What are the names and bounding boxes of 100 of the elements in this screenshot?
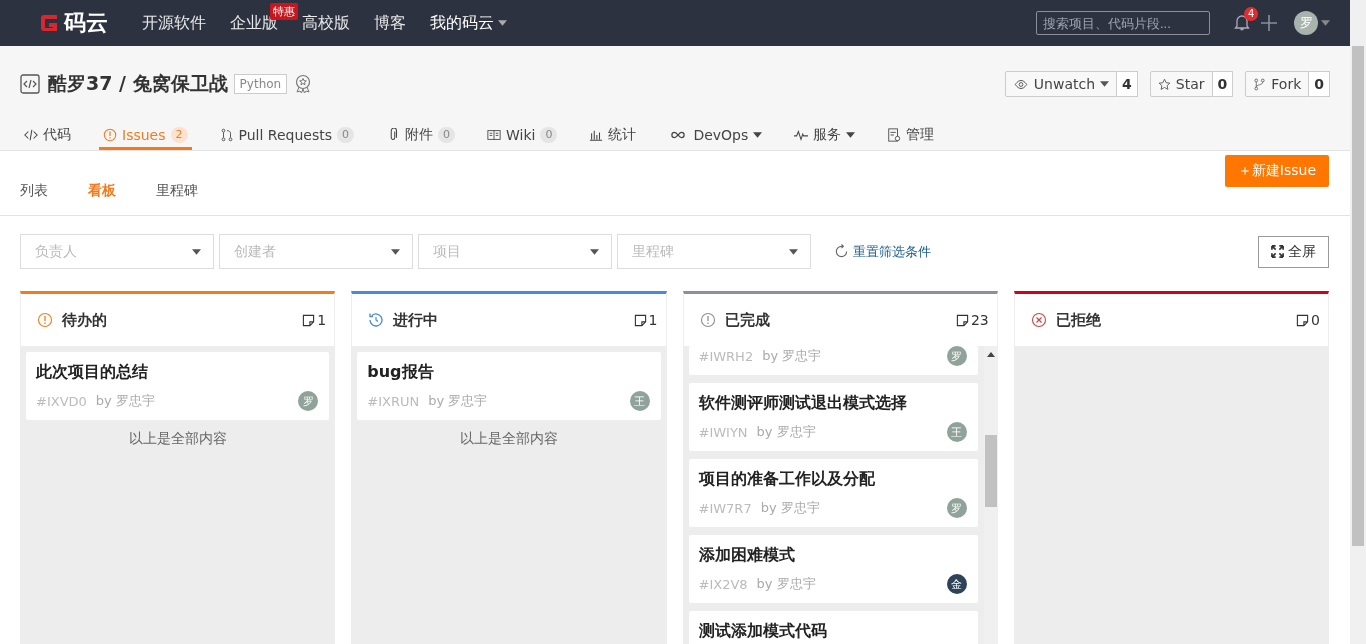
eye-icon	[1012, 77, 1029, 91]
end-of-list-note: 以上是全部内容	[458, 429, 559, 448]
page-scrollbar[interactable]	[1350, 0, 1366, 644]
issue-card[interactable]: bug报告 #IXRUN by 罗忠宇 王	[357, 352, 661, 420]
tab-count: 0	[336, 126, 354, 143]
note-icon	[302, 313, 316, 327]
assignee-avatar: 罗	[298, 391, 319, 411]
reset-filters-link[interactable]: 重置筛选条件	[853, 242, 931, 261]
tab-count: 0	[437, 126, 455, 143]
bell-icon[interactable]	[1234, 12, 1250, 31]
assignee-avatar: 罗	[946, 498, 967, 518]
issue-card[interactable]: 添加困难模式 #IX2V8 by 罗忠宇 金	[688, 535, 978, 603]
note-icon	[633, 313, 647, 327]
book-icon	[486, 127, 501, 142]
issue-title[interactable]: 项目的准备工作以及分配	[698, 469, 967, 490]
fork-count[interactable]: 0	[1309, 71, 1330, 97]
assignee-avatar: 罗	[946, 346, 967, 366]
fork-button[interactable]: Fork	[1245, 71, 1310, 97]
watch-count[interactable]: 4	[1117, 71, 1138, 97]
repo-tab[interactable]: 统计	[585, 122, 641, 150]
column-title: 进行中	[393, 310, 439, 330]
x-circle-icon	[1030, 312, 1047, 328]
issue-card[interactable]: 项目的准备工作以及分配 #IW7R7 by 罗忠宇 罗	[688, 459, 978, 527]
note-icon	[955, 313, 969, 327]
exclamation-circle-icon	[37, 312, 53, 328]
issue-title[interactable]: 添加困难模式	[698, 545, 967, 566]
issue-number: #IX2V8	[698, 576, 748, 592]
repo-title[interactable]: 酷罗37 / 兔窝保卫战	[48, 71, 228, 97]
issue-number: #IW7R7	[698, 500, 752, 516]
repo-tab[interactable]: Wiki 0	[482, 122, 562, 150]
issue-title[interactable]: 此次项目的总结	[36, 362, 319, 383]
caret-icon	[789, 248, 798, 255]
repo-tab[interactable]: 代码	[20, 122, 75, 150]
column-title: 已拒绝	[1055, 310, 1101, 330]
issue-author: by 罗忠宇	[95, 392, 155, 410]
end-of-list-note: 以上是全部内容	[127, 429, 228, 448]
nav-link[interactable]: 我的码云	[430, 12, 507, 34]
star-icon	[1157, 77, 1171, 91]
issue-author: by 罗忠宇	[762, 347, 822, 365]
repo-tab[interactable]: 附件 0	[381, 122, 459, 150]
code-repo-icon	[20, 74, 40, 94]
issue-author: by 罗忠宇	[760, 499, 820, 517]
column-title: 待办的	[62, 310, 107, 330]
issue-number: #IXRUN	[367, 393, 420, 409]
repo-tab[interactable]: 服务	[790, 122, 860, 150]
fork-icon	[1253, 77, 1267, 91]
logo-text[interactable]: 码云	[64, 8, 108, 38]
tab-count: 2	[170, 126, 188, 143]
issue-number: #IXVD0	[36, 393, 87, 409]
issue-card[interactable]: 软件测评师测试退出模式选择 #IWIYN by 罗忠宇 王	[688, 383, 978, 451]
pull-request-icon	[219, 127, 234, 142]
watch-button[interactable]: Unwatch	[1004, 71, 1118, 97]
caret-icon	[1100, 81, 1110, 87]
view-tab[interactable]: 列表	[20, 166, 48, 200]
caret-icon	[590, 248, 599, 255]
issue-author: by 罗忠宇	[756, 575, 816, 593]
issue-count: 0	[1311, 312, 1320, 328]
repo-tab[interactable]: 管理	[883, 122, 939, 150]
clock-icon	[368, 312, 385, 328]
issue-count: 1	[648, 312, 658, 328]
repo-tab[interactable]: DevOps	[664, 122, 767, 150]
column-title: 已完成	[724, 310, 770, 330]
nav-link[interactable]: 开源软件	[142, 12, 206, 34]
assignee-avatar: 王	[946, 422, 967, 442]
issue-title[interactable]: 测试添加模式代码	[698, 621, 967, 642]
code-icon	[24, 127, 38, 142]
issue-title[interactable]: bug报告	[367, 362, 650, 383]
caret-icon	[1321, 20, 1330, 26]
search-field[interactable]: 搜索项目、代码片段...	[1036, 11, 1210, 35]
document-icon	[887, 127, 902, 142]
repo-tab[interactable]: Pull Requests 0	[215, 122, 358, 150]
plus-icon[interactable]	[1260, 14, 1278, 32]
issue-number: #IWRH2	[698, 348, 754, 364]
issue-title[interactable]: 软件测评师测试退出模式选择	[698, 393, 967, 414]
exclamation-circle-icon	[699, 312, 716, 328]
nav-link[interactable]: 博客	[374, 12, 406, 34]
notification-count: 4	[1244, 6, 1259, 21]
issue-count: 23	[970, 312, 989, 328]
caret-icon	[192, 248, 201, 255]
star-count[interactable]: 0	[1212, 71, 1234, 97]
caret-icon	[391, 248, 400, 255]
refresh-icon[interactable]	[834, 244, 849, 259]
tab-count: 0	[540, 126, 558, 143]
assignee-avatar: 王	[629, 391, 650, 411]
fullscreen-button[interactable]: 全屏	[1258, 235, 1329, 268]
promo-badge: 特惠	[270, 2, 298, 20]
issue-card[interactable]: 此次项目的总结 #IXVD0 by 罗忠宇 罗	[26, 352, 330, 420]
nav-link[interactable]: 高校版	[302, 12, 350, 34]
assignee-avatar: 金	[946, 574, 967, 594]
star-button[interactable]: Star	[1149, 71, 1213, 97]
note-icon	[1296, 313, 1310, 327]
issue-author: by 罗忠宇	[428, 392, 488, 410]
language-tag: Python	[233, 74, 288, 94]
issue-count: 1	[317, 312, 327, 328]
view-tab[interactable]: 里程碑	[156, 166, 198, 200]
issue-author: by 罗忠宇	[756, 423, 816, 441]
issue-card[interactable]: 测试添加模式代码	[688, 611, 978, 644]
pulse-icon	[794, 127, 809, 142]
expand-icon	[1271, 245, 1284, 258]
issue-number: #IWIYN	[698, 424, 748, 440]
